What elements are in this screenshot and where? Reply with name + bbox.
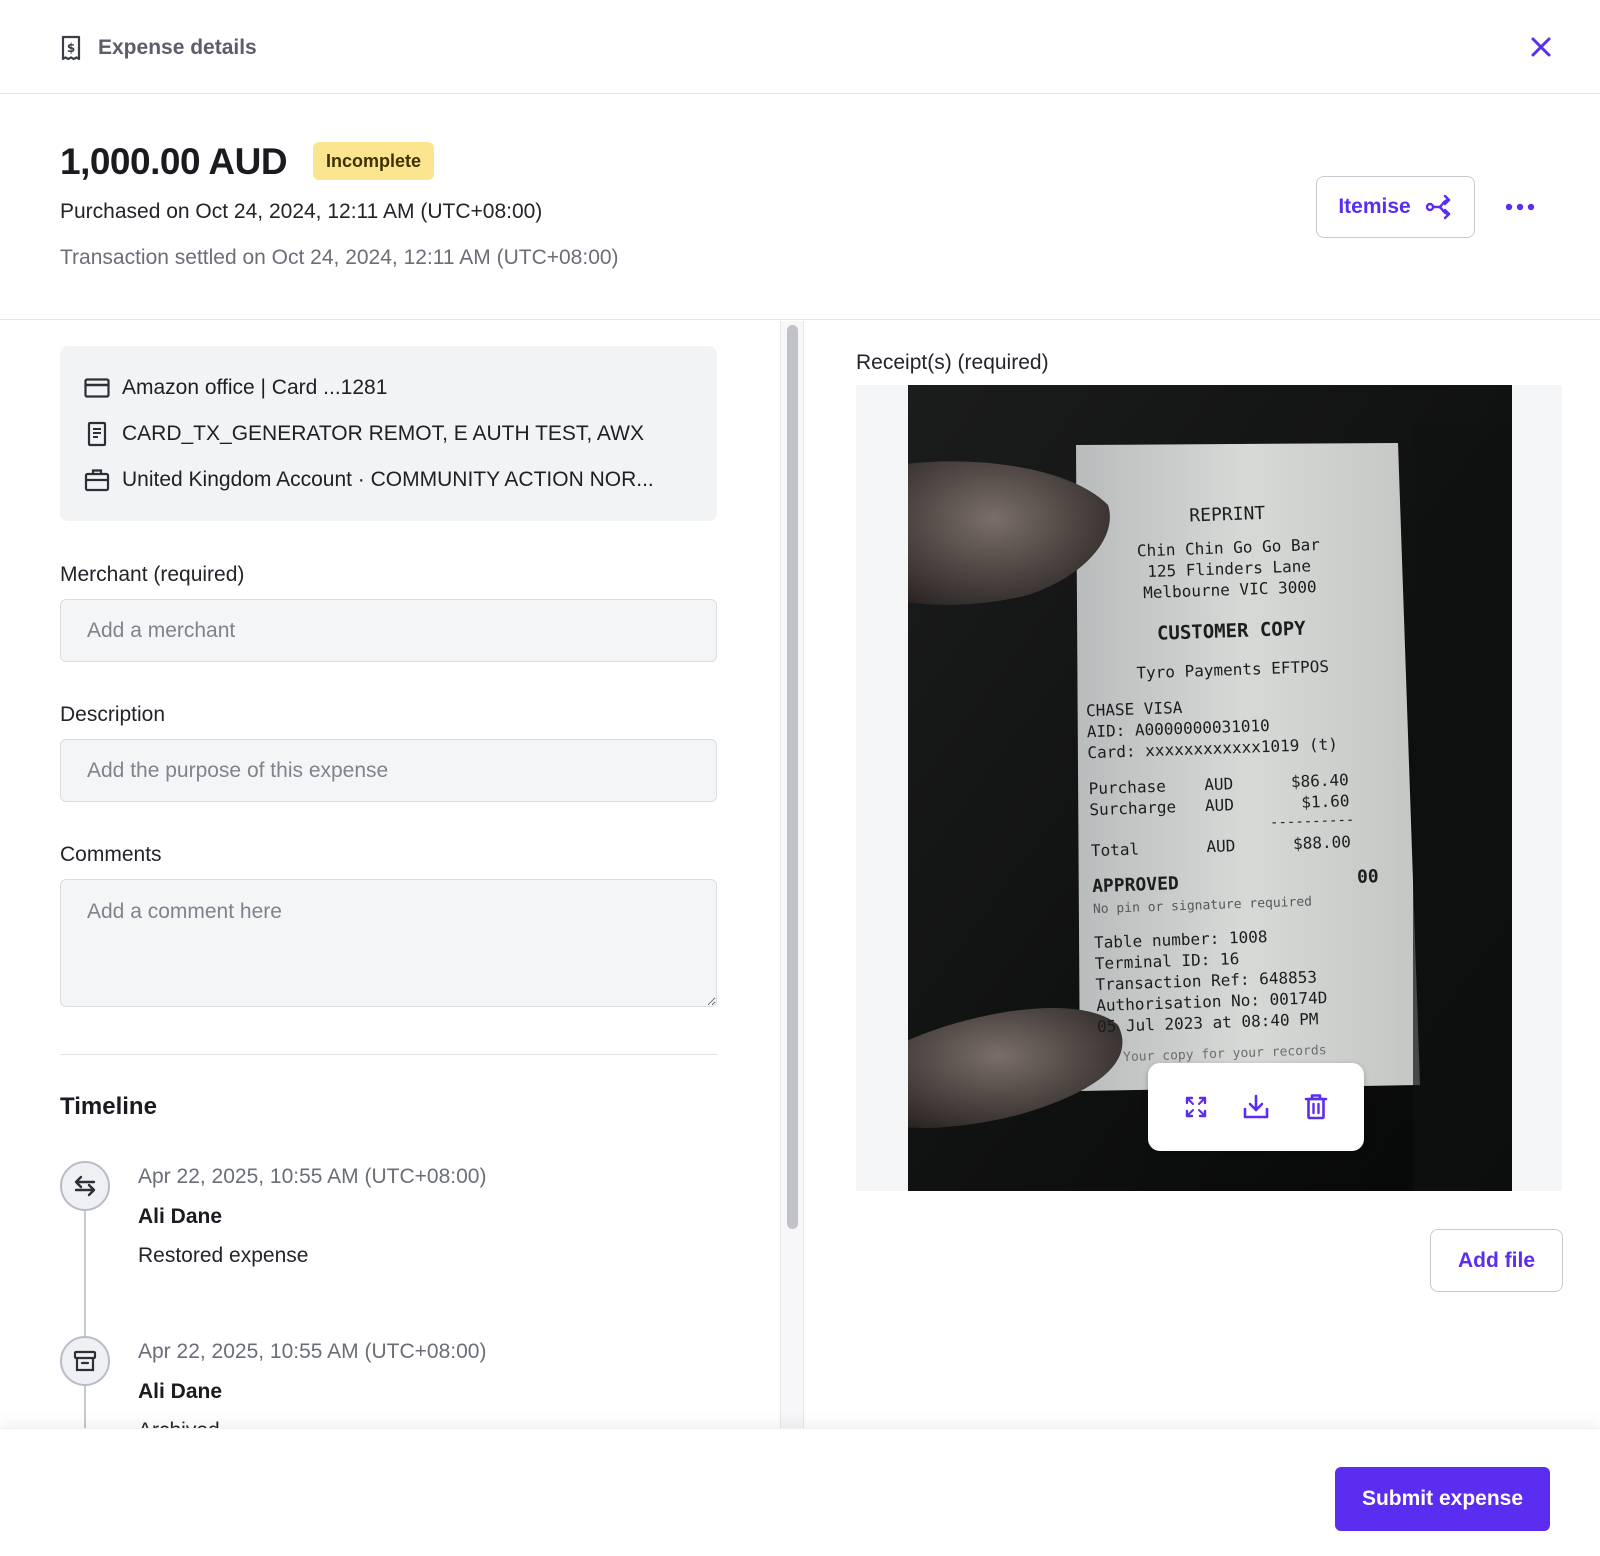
description-input[interactable]: [60, 739, 717, 802]
submit-expense-button[interactable]: Submit expense: [1335, 1467, 1550, 1531]
timeline-title: Timeline: [60, 1093, 157, 1120]
transaction-info-row: CARD_TX_GENERATOR REMOT, E AUTH TEST, AW…: [84, 421, 644, 447]
timeline-event-user: Ali Dane: [138, 1380, 223, 1403]
scrollbar-thumb[interactable]: [787, 325, 798, 1229]
svg-text:$: $: [67, 41, 75, 55]
merchant-input[interactable]: [60, 599, 717, 662]
document-icon: [87, 421, 107, 447]
add-file-button[interactable]: Add file: [1430, 1229, 1563, 1292]
comments-label: Comments: [60, 843, 162, 866]
timeline-connector: [84, 1183, 86, 1428]
itemise-label: Itemise: [1338, 195, 1411, 218]
trash-icon[interactable]: [1300, 1091, 1332, 1123]
purchased-date: Purchased on Oct 24, 2024, 12:11 AM (UTC…: [60, 200, 543, 223]
expand-icon[interactable]: [1180, 1091, 1212, 1123]
expense-summary: 1,000.00 AUD Incomplete Purchased on Oct…: [0, 94, 1600, 320]
modal-title: Expense details: [98, 36, 257, 59]
receipt-panel: Receipt(s) (required) REPRINT Chin Chin …: [805, 321, 1600, 1428]
timeline-event-user: Ali Dane: [138, 1205, 223, 1228]
card-info-text: Amazon office | Card ...1281: [122, 376, 388, 399]
receipt-preview: REPRINT Chin Chin Go Go Bar 125 Flinders…: [856, 385, 1562, 1191]
modal-header: $ Expense details: [0, 0, 1600, 94]
receipt-photo: REPRINT Chin Chin Go Go Bar 125 Flinders…: [908, 385, 1512, 1191]
details-panel: Amazon office | Card ...1281 CARD_TX_GEN…: [0, 321, 780, 1428]
transaction-info-text: CARD_TX_GENERATOR REMOT, E AUTH TEST, AW…: [122, 422, 644, 445]
receipt-line: ----------: [1270, 812, 1355, 831]
swap-arrows-icon: [74, 1175, 96, 1197]
timeline-event-action: Archived: [138, 1419, 220, 1428]
expense-amount: 1,000.00 AUD: [60, 141, 288, 182]
card-info-row: Amazon office | Card ...1281: [84, 375, 387, 401]
more-options-button[interactable]: [1496, 190, 1544, 224]
timeline-event-action: Restored expense: [138, 1244, 309, 1267]
receipt-label: Receipt(s) (required): [856, 351, 1049, 374]
receipt-actions-toolbar: [1148, 1063, 1364, 1151]
receipt-line: APPROVED: [1092, 873, 1180, 897]
timeline-event-icon: [60, 1161, 110, 1211]
transaction-info-box: Amazon office | Card ...1281 CARD_TX_GEN…: [60, 346, 717, 521]
timeline-event-icon: [60, 1336, 110, 1386]
description-label: Description: [60, 703, 166, 726]
receipt-line: 00: [1357, 866, 1379, 888]
modal-footer: Submit expense: [0, 1428, 1600, 1556]
more-horizontal-icon: [1505, 203, 1535, 211]
itemise-button[interactable]: Itemise: [1316, 176, 1475, 238]
receipt-line: CHASE VISA: [1086, 698, 1183, 720]
receipt-dollar-icon: $: [61, 35, 81, 61]
merchant-label: Merchant (required): [60, 563, 245, 586]
download-icon[interactable]: [1240, 1091, 1272, 1123]
timeline-event-date: Apr 22, 2025, 10:55 AM (UTC+08:00): [138, 1340, 487, 1363]
account-info-text: United Kingdom Account · COMMUNITY ACTIO…: [122, 468, 654, 491]
timeline-event-date: Apr 22, 2025, 10:55 AM (UTC+08:00): [138, 1165, 487, 1188]
credit-card-icon: [84, 378, 110, 398]
section-divider: [60, 1054, 717, 1055]
account-info-row: United Kingdom Account · COMMUNITY ACTIO…: [84, 467, 654, 493]
close-icon[interactable]: [1528, 34, 1554, 60]
details-scrollbar[interactable]: [780, 321, 804, 1428]
status-badge: Incomplete: [313, 142, 435, 180]
split-icon: [1425, 194, 1450, 220]
archive-icon: [73, 1350, 97, 1372]
briefcase-icon: [84, 469, 110, 492]
receipt-line: REPRINT: [1189, 503, 1266, 527]
settled-date: Transaction settled on Oct 24, 2024, 12:…: [60, 246, 619, 269]
comments-textarea[interactable]: [60, 879, 717, 1007]
